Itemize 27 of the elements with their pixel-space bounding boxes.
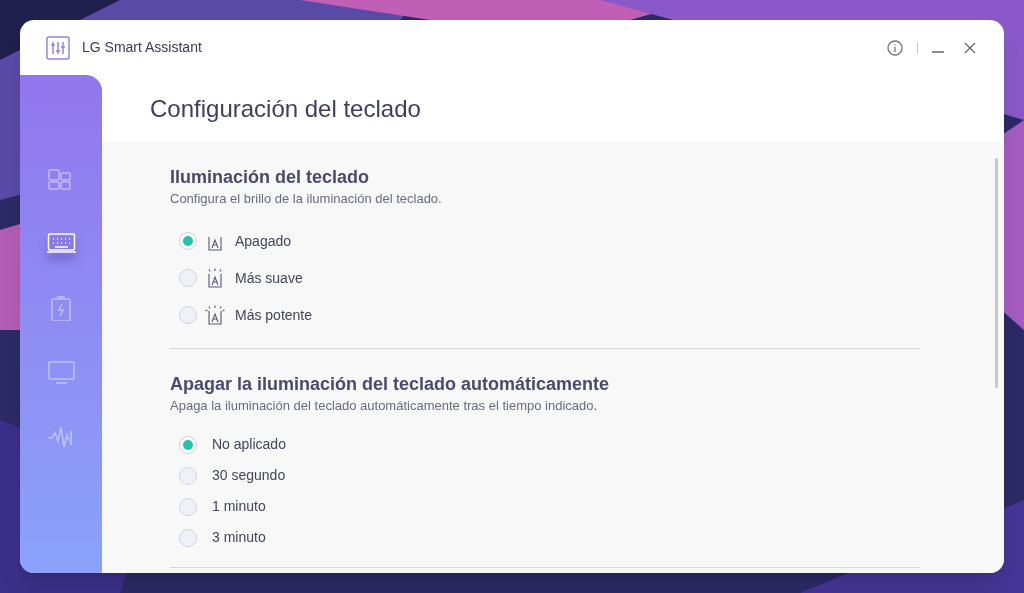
radio-button[interactable] — [179, 435, 197, 454]
radio-button[interactable] — [179, 306, 197, 324]
radio-button[interactable] — [179, 466, 197, 485]
info-icon[interactable] — [887, 39, 903, 56]
option-label: 1 minuto — [212, 497, 266, 516]
sliders-icon — [46, 35, 70, 60]
option-label: No aplicado — [212, 435, 286, 454]
close-icon[interactable] — [964, 41, 976, 54]
option-label: Más potente — [235, 305, 313, 325]
radio-button[interactable] — [179, 269, 197, 287]
window-title: LG Smart Assistant — [82, 38, 202, 57]
section-title: Iluminación del teclado — [170, 166, 371, 188]
option-label: Más suave — [235, 268, 303, 288]
option-label: Apagado — [235, 231, 292, 251]
key-icon — [205, 268, 225, 288]
radio-button[interactable] — [179, 232, 197, 250]
section-title: Apagar la iluminación del teclado automáticamente — [170, 372, 611, 395]
option-label: 3 minuto — [212, 528, 266, 547]
key-icon — [205, 305, 225, 325]
scrollbar[interactable] — [995, 158, 998, 388]
monitor-icon[interactable] — [46, 359, 76, 385]
section-description: Apaga la iluminación del teclado automáticamente tras el tiempo indicado. — [170, 396, 599, 415]
radio-button[interactable] — [179, 528, 197, 547]
radio-button[interactable] — [179, 497, 197, 516]
page-title: Configuración del teclado — [150, 93, 421, 124]
section-description: Configura el brillo de la iluminación del teclado. — [170, 190, 443, 208]
option-label: 30 segundo — [212, 466, 286, 485]
